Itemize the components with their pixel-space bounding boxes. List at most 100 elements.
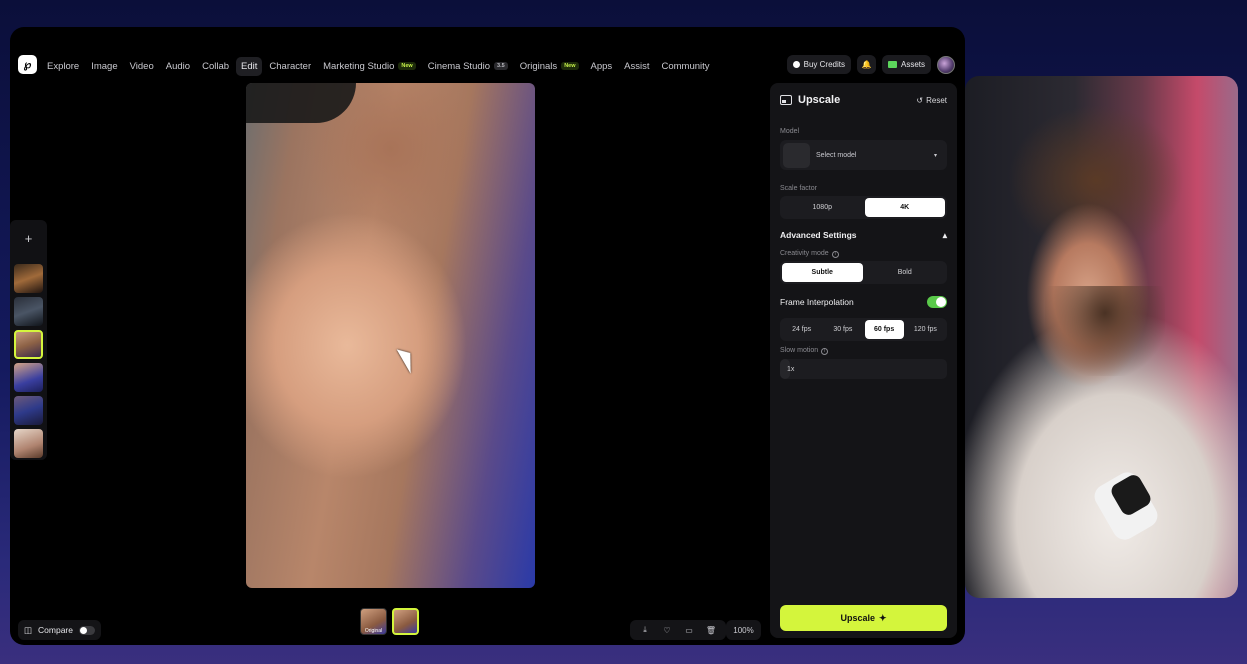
- slow-motion-slider[interactable]: 1x: [780, 359, 947, 379]
- avatar[interactable]: [937, 55, 955, 74]
- nav-label: Image: [91, 60, 118, 72]
- image-tools: ⤓ ♡ ▭ 🗑: [630, 620, 726, 640]
- webcam-overlay: [965, 76, 1238, 598]
- version-thumbnails: Original: [360, 608, 419, 635]
- nav-community[interactable]: Community: [657, 57, 715, 76]
- slow-motion-label: Slow motion i: [780, 347, 829, 355]
- nav-marketing-studio[interactable]: Marketing Studio New: [318, 57, 421, 76]
- presenter-face: [1045, 286, 1165, 376]
- model-preview: [783, 142, 810, 168]
- new-badge: New: [398, 62, 416, 70]
- frame-interpolation-row: Frame Interpolation: [780, 296, 947, 308]
- new-badge: New: [561, 62, 579, 70]
- trash-icon[interactable]: 🗑: [700, 620, 722, 640]
- buy-credits-label: Buy Credits: [803, 60, 845, 69]
- model-label: Model: [780, 128, 800, 135]
- assets-button[interactable]: Assets: [881, 55, 931, 74]
- info-icon[interactable]: i: [831, 251, 839, 258]
- nav-collab[interactable]: Collab: [197, 57, 234, 76]
- nav-image[interactable]: Image: [86, 57, 122, 76]
- folder-icon: [887, 61, 897, 68]
- original-thumbnail[interactable]: Original: [360, 608, 387, 635]
- creativity-mode-label: Creativity mode i: [780, 250, 839, 258]
- upscale-button-label: Upscale: [840, 613, 875, 623]
- info-icon[interactable]: i: [821, 348, 829, 355]
- nav-assist[interactable]: Assist: [619, 57, 654, 76]
- download-icon[interactable]: ⤓: [634, 620, 656, 640]
- buy-credits-button[interactable]: Buy Credits: [786, 55, 851, 74]
- nav-audio[interactable]: Audio: [161, 57, 195, 76]
- compare-switch[interactable]: [79, 625, 95, 635]
- nav-cinema-studio[interactable]: Cinema Studio 3.5: [423, 57, 513, 76]
- scale-1080p[interactable]: 1080p: [782, 198, 863, 217]
- scale-factor-selector: 1080p 4K: [780, 196, 947, 219]
- nav-explore[interactable]: Explore: [42, 57, 84, 76]
- nav-label: Apps: [590, 60, 613, 72]
- nav-label: Character: [269, 60, 312, 72]
- rail-thumbnail[interactable]: [14, 363, 43, 392]
- creativity-subtle[interactable]: Subtle: [782, 263, 863, 282]
- bell-icon[interactable]: 🔔: [856, 55, 876, 74]
- version-badge: 3.5: [494, 62, 508, 70]
- reset-button[interactable]: ↺ Reset: [916, 96, 947, 105]
- nav-video[interactable]: Video: [125, 57, 159, 76]
- mouse-cursor-icon: [396, 344, 420, 374]
- nav-originals[interactable]: Originals New: [515, 57, 584, 76]
- nav-apps[interactable]: Apps: [586, 57, 618, 76]
- heart-icon[interactable]: ♡: [656, 620, 678, 640]
- nav-label: Edit: [241, 60, 258, 72]
- upscaled-thumbnail[interactable]: [392, 608, 419, 635]
- preview-image[interactable]: [246, 83, 535, 588]
- slow-motion-text: Slow motion: [780, 347, 819, 354]
- folder-icon[interactable]: ▭: [678, 620, 700, 640]
- model-value: Select model: [816, 151, 857, 159]
- panel-header: Upscale: [780, 94, 840, 106]
- nav-label: Marketing Studio: [323, 60, 395, 72]
- fps-24[interactable]: 24 fps: [782, 320, 821, 339]
- nav-label: Video: [129, 60, 154, 72]
- nav-label: Community: [661, 60, 710, 72]
- chevron-up-icon: ▴: [942, 230, 947, 240]
- rail-thumbnail[interactable]: [14, 264, 43, 293]
- nav-label: Originals: [519, 60, 558, 72]
- nav-label: Assist: [624, 60, 650, 72]
- credits-icon: [792, 61, 800, 68]
- nav-edit[interactable]: Edit: [236, 56, 263, 76]
- sparkle-icon: ✦: [878, 612, 887, 623]
- assets-label: Assets: [900, 60, 925, 69]
- model-select[interactable]: Select model ▾: [780, 140, 947, 170]
- rail-thumbnail-selected[interactable]: [14, 330, 43, 359]
- advanced-settings-toggle[interactable]: Advanced Settings ▴: [780, 230, 947, 241]
- nav-label: Audio: [165, 60, 191, 72]
- rail-thumbnail[interactable]: [14, 429, 43, 458]
- zoom-level[interactable]: 100%: [726, 620, 761, 640]
- creativity-mode-selector: Subtle Bold: [780, 261, 947, 284]
- asset-rail: +: [10, 220, 47, 460]
- nav-character[interactable]: Character: [264, 57, 316, 76]
- rail-thumbnail[interactable]: [14, 297, 43, 326]
- compare-toggle[interactable]: ◫ Compare: [18, 620, 101, 640]
- fps-60[interactable]: 60 fps: [864, 320, 904, 339]
- upscale-panel: Upscale ↺ Reset Model Select model ▾ Scal…: [770, 83, 957, 638]
- fps-selector: 24 fps 30 fps 60 fps 120 fps: [780, 318, 947, 341]
- compare-label: Compare: [38, 625, 73, 635]
- nav-label: Explore: [47, 60, 80, 72]
- frame-interpolation-switch[interactable]: [927, 296, 947, 308]
- reset-icon: ↺: [916, 96, 924, 105]
- rail-thumbnail[interactable]: [14, 396, 43, 425]
- panel-title: Upscale: [798, 94, 841, 106]
- app-logo-icon[interactable]: ℘: [18, 55, 37, 74]
- scale-4k[interactable]: 4K: [864, 198, 945, 217]
- advanced-settings-label: Advanced Settings: [780, 230, 857, 240]
- upscale-button[interactable]: Upscale ✦: [780, 605, 947, 631]
- frame-interpolation-label: Frame Interpolation: [780, 297, 854, 307]
- slow-motion-value: 1x: [787, 365, 795, 373]
- upscale-icon: [780, 95, 792, 105]
- fps-30[interactable]: 30 fps: [823, 320, 862, 339]
- fps-120[interactable]: 120 fps: [906, 320, 945, 339]
- nav-items: Explore Image Video Audio Collab Edit Ch…: [42, 52, 715, 80]
- reset-label: Reset: [926, 96, 947, 105]
- app-window: ℘ Explore Image Video Audio Collab Edit …: [10, 27, 965, 645]
- add-icon[interactable]: +: [15, 226, 43, 250]
- creativity-bold[interactable]: Bold: [865, 263, 946, 282]
